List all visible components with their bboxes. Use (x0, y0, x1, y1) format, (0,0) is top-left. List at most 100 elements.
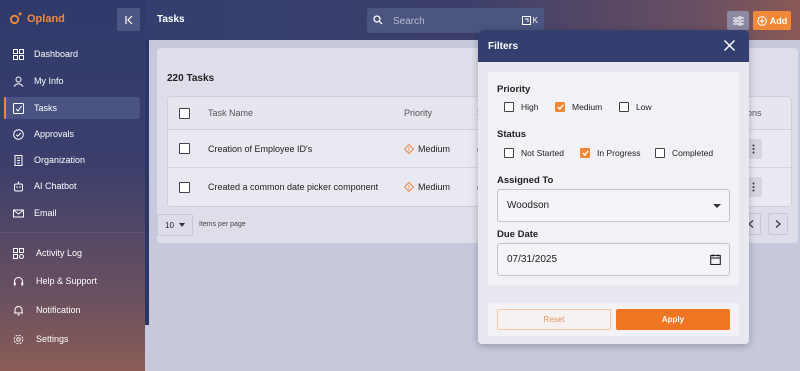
due-date-label: Due Date (497, 229, 539, 240)
check-icon (581, 150, 589, 156)
filter-sliders-icon (732, 15, 744, 26)
sidebar-item-label: Help & Support (36, 276, 98, 286)
due-date-value: 07/31/2025 (507, 254, 558, 265)
assigned-to-label: Assigned To (497, 175, 554, 186)
task-name: Creation of Employee ID's (208, 143, 313, 154)
robot-icon (10, 178, 26, 194)
priority-cell: Medium (404, 143, 451, 154)
sidebar-divider (0, 232, 145, 233)
chevron-down-icon (713, 204, 721, 208)
sidebar-item-dashboard[interactable]: Dashboard (4, 43, 140, 65)
sidebar-item-label: Settings (36, 334, 69, 344)
checkbox-box (655, 148, 665, 158)
sidebar-item-approvals[interactable]: Approvals (4, 123, 140, 145)
filters-title: Filters (488, 41, 519, 52)
task-name: Created a common date picker component (208, 182, 379, 192)
next-page-button[interactable] (768, 213, 788, 235)
status-label: Status (497, 129, 527, 140)
checkbox-box (580, 148, 590, 158)
status-not-started-checkbox[interactable]: Not Started (504, 148, 564, 158)
filters-header: Filters (478, 30, 749, 62)
checkbox-box (555, 102, 565, 112)
filters-footer: Reset Apply (488, 303, 739, 336)
sidebar-item-activity-log[interactable]: Activity Log (4, 242, 140, 264)
sidebar-item-label: My Info (34, 76, 64, 86)
shortcut-key: K (532, 16, 538, 25)
priority-low-checkbox[interactable]: Low (619, 102, 652, 112)
sidebar-item-label: Organization (34, 155, 86, 165)
priority-medium-icon (404, 143, 414, 154)
option-label: High (521, 102, 539, 112)
row-checkbox[interactable] (179, 143, 190, 154)
reset-button[interactable]: Reset (497, 309, 611, 330)
status-completed-checkbox[interactable]: Completed (655, 148, 713, 158)
activity-log-icon (10, 245, 26, 261)
page-title: Tasks (157, 14, 185, 25)
sidebar-item-tasks[interactable]: Tasks (4, 97, 140, 119)
checkbox-box (504, 102, 514, 112)
items-per-page-select[interactable]: 10 (157, 214, 193, 236)
calendar-icon[interactable] (710, 254, 721, 265)
sidebar-item-my-info[interactable]: My Info (4, 70, 140, 92)
brand[interactable]: Opland (9, 12, 65, 25)
sidebar-item-ai-chatbot[interactable]: AI Chatbot (4, 175, 140, 197)
building-icon (10, 152, 26, 168)
assigned-to-value: Woodson (507, 200, 550, 211)
option-label: Medium (572, 102, 603, 112)
due-date-input[interactable]: 07/31/2025 (497, 243, 730, 276)
chevron-down-icon (178, 223, 185, 227)
collapse-left-icon (124, 15, 132, 24)
sidebar-item-label: Activity Log (36, 248, 83, 258)
gear-icon (10, 331, 26, 347)
sidebar-item-label: Notification (36, 305, 81, 315)
option-label: Not Started (521, 148, 564, 158)
priority-medium-icon (404, 182, 414, 192)
bell-icon (10, 302, 26, 318)
priority-label: Medium (418, 143, 451, 154)
assigned-to-select[interactable]: Woodson (497, 189, 730, 222)
user-icon (10, 73, 26, 89)
tasks-icon (10, 100, 26, 116)
sidebar-item-label: Email (34, 208, 57, 218)
dashboard-icon (10, 46, 26, 62)
filter-button[interactable] (727, 11, 749, 30)
close-icon[interactable] (723, 39, 736, 52)
column-task-name[interactable]: Task Name (208, 108, 253, 118)
per-page-label: Items per page (199, 221, 246, 228)
tasks-count-title: 220 Tasks (167, 73, 215, 84)
app-name: Opland (27, 12, 65, 25)
option-label: Low (636, 102, 652, 112)
status-in-progress-checkbox[interactable]: In Progress (580, 148, 640, 158)
option-label: In Progress (597, 148, 641, 158)
chevron-right-icon (775, 220, 781, 228)
sidebar-item-organization[interactable]: Organization (4, 149, 140, 171)
row-checkbox[interactable] (179, 181, 190, 193)
command-key-icon (521, 16, 531, 25)
help-icon (10, 273, 26, 289)
per-page-value: 10 (165, 220, 174, 230)
sidebar-item-email[interactable]: Email (4, 202, 140, 224)
sidebar-item-settings[interactable]: Settings (4, 328, 140, 350)
apply-button[interactable]: Apply (616, 309, 730, 330)
sidebar-item-label: Dashboard (34, 49, 79, 59)
sidebar-item-help-support[interactable]: Help & Support (4, 270, 140, 292)
collapse-sidebar-button[interactable] (117, 8, 140, 31)
logo-icon (9, 12, 22, 25)
plus-circle-icon (756, 15, 767, 26)
filters-panel: Filters Priority High Medium Low Status … (478, 30, 749, 344)
priority-cell: Medium (404, 182, 450, 192)
select-all-checkbox[interactable] (179, 107, 190, 119)
priority-high-checkbox[interactable]: High (504, 102, 538, 112)
checkbox-box (619, 102, 629, 112)
search-placeholder: Search (393, 16, 425, 27)
check-circle-icon (10, 126, 26, 142)
checkbox-box (504, 148, 514, 158)
add-task-button[interactable]: Add (753, 11, 791, 30)
column-priority[interactable]: Priority (404, 108, 432, 118)
check-icon (556, 104, 564, 110)
priority-medium-checkbox[interactable]: Medium (555, 102, 602, 112)
priority-label: Priority (497, 84, 531, 95)
sidebar-item-notification[interactable]: Notification (4, 299, 140, 321)
search-shortcut: K (521, 16, 538, 25)
mail-icon (10, 205, 26, 221)
